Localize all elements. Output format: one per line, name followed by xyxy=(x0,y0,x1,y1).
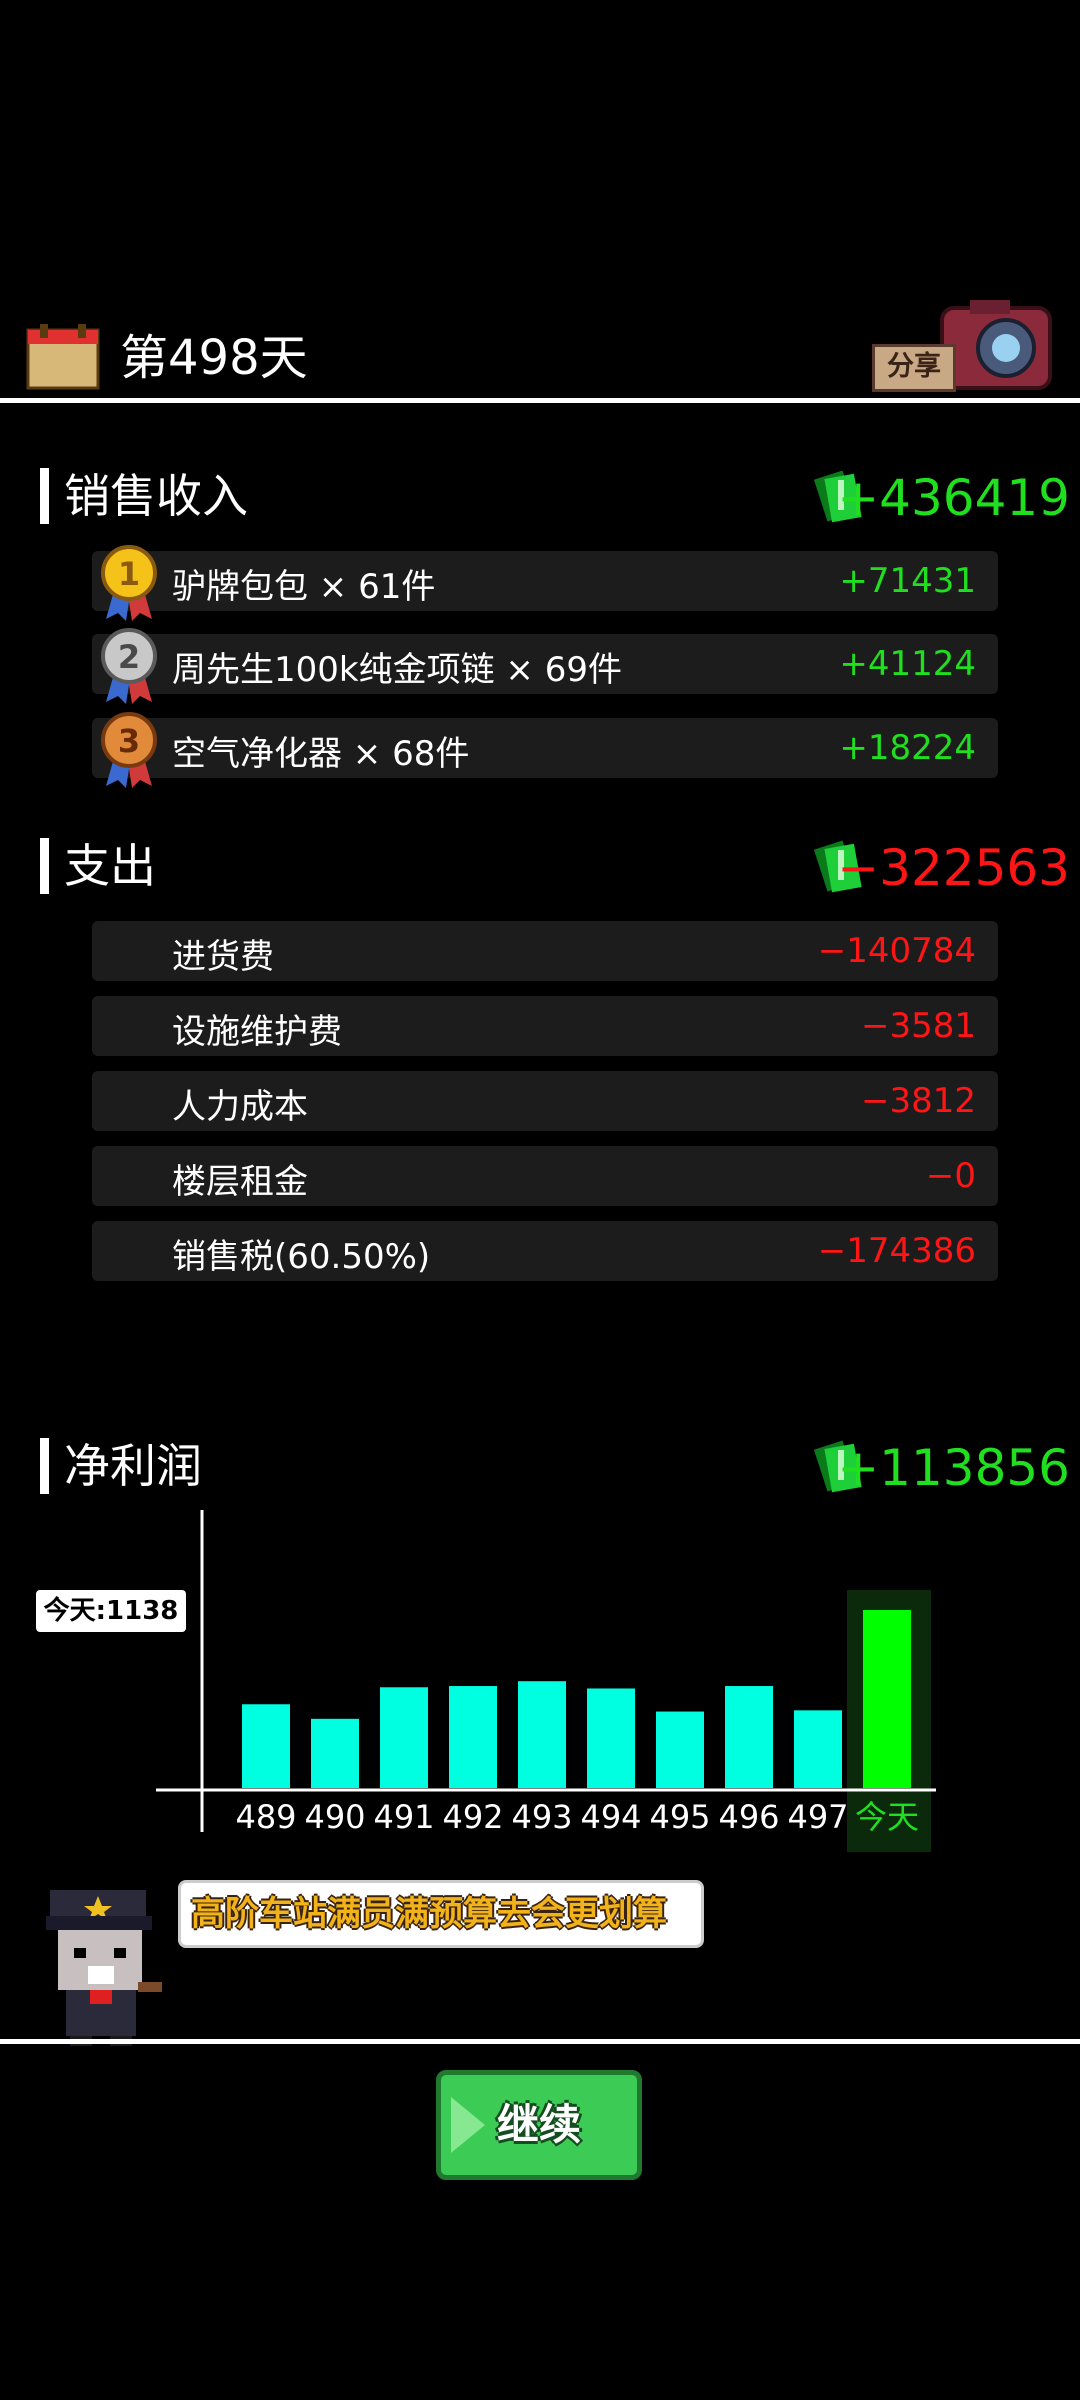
chart-bar xyxy=(587,1688,635,1788)
svg-text:1: 1 xyxy=(118,555,140,593)
profit-title: 净利润 xyxy=(64,1439,202,1493)
chart-bar xyxy=(449,1686,497,1788)
item-value: −3581 xyxy=(860,1006,976,1046)
section-marker xyxy=(40,838,49,894)
item-value: −3812 xyxy=(860,1081,976,1121)
continue-button[interactable]: 继续 xyxy=(436,2070,642,2180)
x-tick-label: 493 xyxy=(511,1798,572,1836)
chart-bar xyxy=(518,1681,566,1788)
profit-bar-chart: 489 490 491 492 493 494 495 496 497 今天 xyxy=(156,1510,936,1852)
svg-text:3: 3 xyxy=(118,722,140,760)
x-tick-label: 491 xyxy=(373,1798,434,1836)
section-marker xyxy=(40,1438,49,1494)
bronze-medal-icon: 3 xyxy=(96,710,162,790)
income-total: +436419 xyxy=(837,469,1070,527)
x-tick-label: 今天 xyxy=(855,1798,919,1836)
share-label: 分享 xyxy=(872,344,956,392)
item-label: 进货费 xyxy=(172,937,274,977)
chart-bar xyxy=(863,1610,911,1788)
expense-row: 人力成本 −3812 xyxy=(92,1071,998,1131)
item-value: +71431 xyxy=(839,561,976,601)
item-label: 周先生100k纯金项链 × 69件 xyxy=(172,650,622,690)
x-tick-label: 490 xyxy=(304,1798,365,1836)
chart-bar xyxy=(656,1711,704,1788)
chart-bar xyxy=(311,1718,359,1788)
item-label: 销售税(60.50%) xyxy=(172,1237,431,1277)
continue-label: 继续 xyxy=(496,2100,581,2149)
item-value: +41124 xyxy=(839,644,976,684)
chart-bar xyxy=(242,1704,290,1788)
svg-text:2: 2 xyxy=(118,638,140,676)
item-value: +18224 xyxy=(839,728,976,768)
item-label: 驴牌包包 × 61件 xyxy=(172,567,436,607)
x-tick-label: 489 xyxy=(235,1798,296,1836)
day-title: 第498天 xyxy=(120,330,308,386)
item-value: −0 xyxy=(925,1156,976,1196)
item-label: 设施维护费 xyxy=(172,1012,342,1052)
profit-total: +113856 xyxy=(837,1439,1070,1497)
expense-total: −322563 xyxy=(837,839,1070,897)
income-row: 2 周先生100k纯金项链 × 69件 +41124 xyxy=(92,628,998,704)
expense-title: 支出 xyxy=(64,839,156,893)
footer-divider xyxy=(0,2039,1080,2044)
tip-bubble: 高阶车站满员满预算去会更划算 xyxy=(178,1880,704,1948)
x-tick-label: 497 xyxy=(787,1798,848,1836)
section-marker xyxy=(40,468,49,524)
item-value: −140784 xyxy=(817,931,976,971)
header-divider xyxy=(0,398,1080,403)
income-title: 销售收入 xyxy=(64,469,248,523)
expense-row: 进货费 −140784 xyxy=(92,921,998,981)
chart-bar xyxy=(380,1687,428,1788)
item-label: 人力成本 xyxy=(172,1087,308,1127)
x-tick-label: 495 xyxy=(649,1798,710,1836)
expense-row: 销售税(60.50%) −174386 xyxy=(92,1221,998,1281)
expense-row: 楼层租金 −0 xyxy=(92,1146,998,1206)
gold-medal-icon: 1 xyxy=(96,543,162,623)
x-tick-label: 494 xyxy=(580,1798,641,1836)
share-button[interactable]: 分享 xyxy=(870,296,1055,392)
mascot-cat-icon xyxy=(30,1886,180,2046)
x-tick-label: 492 xyxy=(442,1798,503,1836)
calendar-icon xyxy=(26,322,100,390)
x-tick-label: 496 xyxy=(718,1798,779,1836)
chart-bar xyxy=(725,1686,773,1788)
tip-text: 高阶车站满员满预算去会更划算 xyxy=(191,1894,667,1934)
silver-medal-icon: 2 xyxy=(96,626,162,706)
income-row: 1 驴牌包包 × 61件 +71431 xyxy=(92,545,998,621)
item-label: 空气净化器 × 68件 xyxy=(172,734,470,774)
item-label: 楼层租金 xyxy=(172,1162,308,1202)
expense-row: 设施维护费 −3581 xyxy=(92,996,998,1056)
chart-bar xyxy=(794,1710,842,1788)
item-value: −174386 xyxy=(817,1231,976,1271)
income-row: 3 空气净化器 × 68件 +18224 xyxy=(92,712,998,788)
